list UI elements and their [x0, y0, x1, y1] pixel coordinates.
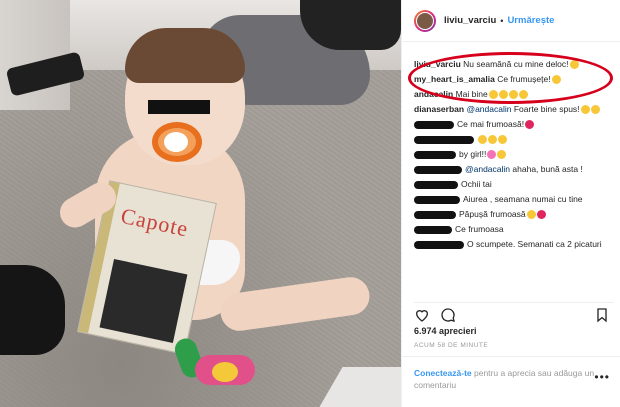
redacted-username: [414, 240, 464, 249]
comment-item: Ce mai frumoasă!: [414, 118, 614, 130]
comment-item: andacalin Mai bine: [414, 88, 614, 100]
comment-text: Ce mai frumoasă!: [457, 119, 525, 129]
follow-button[interactable]: Urmărește: [507, 15, 554, 26]
comment-item: Ochii tai: [414, 178, 614, 190]
login-link[interactable]: Conectează-te: [414, 368, 472, 378]
comment-item: Ce frumoasa: [414, 223, 614, 235]
comment-item: Păpușă frumoasă: [414, 208, 614, 220]
post-header: liviu_varciu • Urmărește: [402, 0, 620, 42]
comment-text: Foarte bine spus!: [513, 104, 580, 114]
header-separator: •: [500, 15, 504, 26]
comment-item: Aiurea , seamana numai cu tine: [414, 193, 614, 205]
book-cover-photo: [99, 258, 188, 344]
emoji-icon: [569, 60, 579, 70]
photo-toy-yellow: [212, 362, 238, 382]
comments-list[interactable]: liviu_varciu Nu seamănă cu mine deloc! my…: [414, 58, 614, 298]
emoji-icon: [497, 150, 507, 160]
comment-text: Nu seamănă cu mine deloc!: [463, 59, 569, 69]
comment-text: Mai bine: [455, 89, 488, 99]
likes-count[interactable]: 6.974 aprecieri: [414, 326, 477, 336]
emoji-icon: [526, 210, 536, 220]
redacted-username: [414, 135, 474, 144]
more-options-icon[interactable]: •••: [594, 370, 610, 384]
emoji-icon: [478, 135, 487, 145]
avatar[interactable]: [414, 9, 436, 32]
photo-bag: [0, 265, 65, 355]
comment-text: Ce frumușețe!: [497, 74, 551, 84]
login-prompt: Conectează-te pentru a aprecia sau adăug…: [402, 356, 620, 407]
comment-item: my_heart_is_amalia Ce frumușețe!: [414, 73, 614, 85]
comment-text: Păpușă frumoasă: [459, 209, 526, 219]
comment-text: O scumpete. Semanati ca 2 picaturi: [467, 239, 602, 249]
emoji-icon: [508, 90, 518, 100]
redacted-username: [414, 150, 456, 159]
photo-pacifier-button: [164, 132, 188, 152]
emoji-icon: [536, 210, 546, 220]
comment-mention[interactable]: @andacalin: [466, 104, 511, 114]
emoji-icon: [488, 135, 497, 145]
comment-text: Ce frumoasa: [455, 224, 504, 234]
emoji-icon: [487, 150, 497, 160]
post-sidebar: liviu_varciu • Urmărește liviu_varciu Nu…: [401, 0, 620, 407]
comment-item: liviu_varciu Nu seamănă cu mine deloc!: [414, 58, 614, 70]
redacted-username: [414, 225, 452, 234]
redacted-username: [414, 120, 454, 129]
comment-text: Ochii tai: [461, 179, 492, 189]
emoji-icon: [488, 90, 498, 100]
book-title: Capote: [118, 202, 191, 242]
comment-item: by girl!!: [414, 148, 614, 160]
comment-username[interactable]: dianaserban: [414, 104, 464, 114]
comment-mention[interactable]: @andacalin: [465, 164, 510, 174]
emoji-icon: [525, 120, 535, 130]
post-time: ACUM 58 DE MINUTE: [414, 342, 489, 349]
emoji-icon: [498, 135, 507, 145]
emoji-icon: [551, 75, 561, 85]
emoji-icon: [518, 90, 528, 100]
comment-text: ahaha, bună asta !: [512, 164, 583, 174]
redacted-username: [414, 210, 456, 219]
comment-icon[interactable]: [440, 307, 456, 323]
comment-text: by girl!!: [459, 149, 487, 159]
avatar-image: [416, 11, 434, 30]
emoji-icon: [590, 105, 600, 115]
emoji-icon: [580, 105, 590, 115]
header-username[interactable]: liviu_varciu: [444, 15, 496, 26]
redacted-username: [414, 165, 462, 174]
comment-item: dianaserban @andacalin Foarte bine spus!: [414, 103, 614, 115]
photo-censor-bar: [148, 100, 210, 114]
comment-username[interactable]: liviu_varciu: [414, 59, 461, 69]
comment-item: O scumpete. Semanati ca 2 picaturi: [414, 238, 614, 250]
photo-floor-edge: [319, 367, 401, 407]
heart-icon[interactable]: [414, 307, 430, 323]
comment-item: [414, 133, 614, 145]
bookmark-icon[interactable]: [594, 307, 610, 323]
action-bar: [414, 302, 614, 323]
comment-text: Aiurea , seamana numai cu tine: [463, 194, 583, 204]
comment-username[interactable]: my_heart_is_amalia: [414, 74, 495, 84]
post-photo[interactable]: Capote: [0, 0, 401, 407]
comment-username[interactable]: andacalin: [414, 89, 453, 99]
redacted-username: [414, 195, 460, 204]
comment-item: @andacalin ahaha, bună asta !: [414, 163, 614, 175]
emoji-icon: [498, 90, 508, 100]
photo-baby-hair: [125, 28, 245, 83]
redacted-username: [414, 180, 458, 189]
